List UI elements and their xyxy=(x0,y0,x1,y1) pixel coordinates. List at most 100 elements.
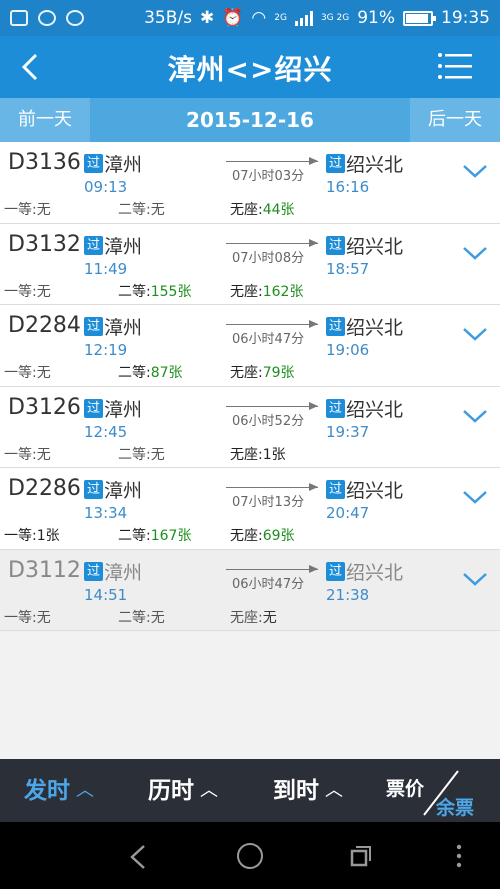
departure-station: 漳州 xyxy=(104,154,143,176)
standing-seats: 无座:44张 xyxy=(230,202,295,218)
departure-time: 12:19 xyxy=(84,341,128,359)
nav-more-icon[interactable] xyxy=(456,844,462,868)
train-row[interactable]: D2286 过 漳州 13:34 07小时13分 过 绍兴北 20:47 一等:… xyxy=(0,468,500,550)
chevron-down-icon[interactable] xyxy=(462,325,488,343)
travel-duration: 06小时52分 xyxy=(232,413,305,429)
current-date[interactable]: 2015-12-16 xyxy=(90,98,410,142)
chevron-down-icon[interactable] xyxy=(462,407,488,425)
pass-through-badge: 过 xyxy=(84,317,103,336)
train-row[interactable]: D3136 过 漳州 09:13 07小时03分 过 绍兴北 16:16 一等:… xyxy=(0,142,500,224)
pass-through-badge: 过 xyxy=(326,154,345,173)
standing-seats: 无座:162张 xyxy=(230,283,304,300)
status-notifications xyxy=(10,10,84,26)
sort-by-departure[interactable]: 发时 ︿ xyxy=(24,759,94,822)
blocked-icon xyxy=(66,10,84,26)
train-row[interactable]: D3126 过 漳州 12:45 06小时52分 过 绍兴北 19:37 一等:… xyxy=(0,386,500,468)
sort-by-duration[interactable]: 历时 ︿ xyxy=(148,759,218,822)
train-number: D3136 xyxy=(8,150,81,175)
travel-duration: 07小时08分 xyxy=(232,250,305,266)
pass-through-badge: 过 xyxy=(326,561,345,581)
first-class-seats: 一等:无 xyxy=(4,202,51,218)
train-number: D2284 xyxy=(8,313,81,338)
train-row[interactable]: D3112 过 漳州 14:51 06小时47分 过 绍兴北 21:38 一等:… xyxy=(0,549,500,631)
sort-by-arrival[interactable]: 到时 ︿ xyxy=(273,759,343,822)
arrival-time: 16:16 xyxy=(326,178,370,196)
prev-day-button[interactable]: 前一天 xyxy=(0,98,90,142)
second-class-seats: 二等:155张 xyxy=(118,283,192,300)
train-list: D3136 过 漳州 09:13 07小时03分 过 绍兴北 16:16 一等:… xyxy=(0,142,500,631)
second-class-seats: 二等:87张 xyxy=(118,365,183,381)
travel-duration: 06小时47分 xyxy=(232,576,305,592)
chevron-up-icon: ︿ xyxy=(200,780,218,801)
network-type-a: 2G xyxy=(274,13,287,23)
arrival-time: 20:47 xyxy=(326,504,370,522)
bluetooth-icon: ✱ xyxy=(199,8,215,28)
departure-time: 09:13 xyxy=(84,178,128,196)
second-class-seats: 二等:无 xyxy=(118,609,165,626)
arrival-time: 18:57 xyxy=(326,259,370,278)
duration-arrow-icon xyxy=(226,320,318,328)
standing-seats: 无座:79张 xyxy=(230,365,295,381)
arrival-station: 绍兴北 xyxy=(346,398,404,421)
nav-recent-apps-icon[interactable] xyxy=(350,845,372,867)
pass-through-badge: 过 xyxy=(326,480,345,499)
signal-icon xyxy=(294,10,313,26)
arrival-time: 21:38 xyxy=(326,585,370,604)
arrival-time: 19:06 xyxy=(326,341,370,359)
battery-percent: 91% xyxy=(357,8,395,28)
standing-seats: 无座:无 xyxy=(230,609,277,626)
pass-through-badge: 过 xyxy=(84,398,103,418)
train-row[interactable]: D2284 过 漳州 12:19 06小时47分 过 绍兴北 19:06 一等:… xyxy=(0,305,500,387)
travel-duration: 06小时47分 xyxy=(232,332,305,347)
departure-station: 漳州 xyxy=(104,317,143,339)
pass-through-badge: 过 xyxy=(84,480,103,499)
train-number: D3126 xyxy=(8,394,81,420)
chevron-down-icon[interactable] xyxy=(462,570,488,588)
chevron-down-icon[interactable] xyxy=(462,244,488,262)
network-speed: 35B/s xyxy=(144,8,192,28)
departure-time: 13:34 xyxy=(84,504,128,522)
pass-through-badge: 过 xyxy=(326,317,345,336)
departure-time: 11:49 xyxy=(84,259,128,278)
pass-through-badge: 过 xyxy=(84,235,103,255)
date-navigation: 前一天 2015-12-16 后一天 xyxy=(0,98,500,142)
standing-seats: 无座:69张 xyxy=(230,528,295,544)
clock: 19:35 xyxy=(441,8,490,28)
system-nav-bar xyxy=(0,822,500,889)
nav-back-icon[interactable] xyxy=(124,842,154,872)
arrival-station: 绍兴北 xyxy=(346,235,404,258)
departure-station: 漳州 xyxy=(104,561,143,584)
train-number: D2286 xyxy=(8,476,81,501)
status-indicators: 35B/s ✱ ⏰ ◠ 2G 3G 2G 91% 19:35 xyxy=(144,8,490,28)
standing-seats: 无座:1张 xyxy=(230,446,286,463)
chevron-up-icon: ︿ xyxy=(325,780,343,801)
train-number: D3132 xyxy=(8,231,81,257)
chevron-down-icon[interactable] xyxy=(462,488,488,506)
sort-by-price[interactable]: 票价 xyxy=(386,774,424,801)
duration-arrow-icon xyxy=(226,483,318,491)
duration-arrow-icon xyxy=(226,401,318,410)
duration-arrow-icon xyxy=(226,157,318,165)
departure-time: 14:51 xyxy=(84,585,128,604)
network-type-b: 3G 2G xyxy=(320,13,350,23)
arrival-station: 绍兴北 xyxy=(346,154,404,176)
arrival-time: 19:37 xyxy=(326,422,370,441)
next-day-button[interactable]: 后一天 xyxy=(410,98,500,142)
chevron-up-icon: ︿ xyxy=(76,780,94,801)
train-row[interactable]: D3132 过 漳州 11:49 07小时08分 过 绍兴北 18:57 一等:… xyxy=(0,223,500,305)
duration-arrow-icon xyxy=(226,238,318,247)
nav-home-icon[interactable] xyxy=(237,843,263,869)
arrival-station: 绍兴北 xyxy=(346,480,404,502)
menu-icon[interactable] xyxy=(438,52,472,80)
first-class-seats: 一等:无 xyxy=(4,283,51,300)
wifi-icon: ◠ xyxy=(251,8,267,28)
alarm-icon: ⏰ xyxy=(222,8,244,28)
travel-duration: 07小时03分 xyxy=(232,169,305,184)
arrival-station: 绍兴北 xyxy=(346,561,404,584)
departure-station: 漳州 xyxy=(104,235,143,258)
train-number: D3112 xyxy=(8,557,81,583)
battery-icon xyxy=(403,10,436,26)
chevron-down-icon[interactable] xyxy=(462,162,488,180)
sort-by-remaining[interactable]: 余票 xyxy=(436,793,474,820)
duration-arrow-icon xyxy=(226,564,318,573)
